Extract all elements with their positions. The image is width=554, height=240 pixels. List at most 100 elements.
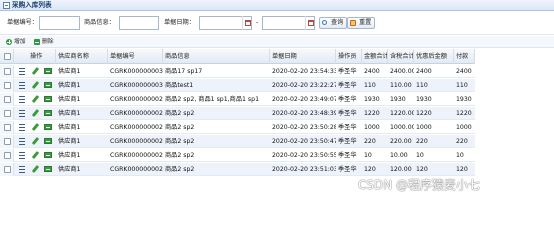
supplier-cell: 供应商1 <box>58 124 81 131</box>
add-button-label: 增加 <box>14 39 26 45</box>
goods-cell: 商品2 sp2 <box>165 152 195 159</box>
col-header-paid[interactable]: 付款 <box>454 49 475 64</box>
amount-cell: 1220 <box>364 110 380 117</box>
edit-pencil-icon[interactable] <box>31 136 40 146</box>
tax-total-cell: 110.00 <box>390 82 412 89</box>
col-header-goods[interactable]: 商品信息 <box>163 49 270 64</box>
delete-row-icon[interactable] <box>44 96 52 102</box>
delete-button[interactable]: 删除 <box>33 37 54 47</box>
col-header-discounted[interactable]: 优惠后金额 <box>414 49 454 64</box>
tax-total-cell: 1930 <box>390 96 406 103</box>
row-checkbox[interactable] <box>4 152 11 159</box>
goods-cell: 商品test1 <box>165 82 194 89</box>
edit-pencil-icon[interactable] <box>31 122 40 132</box>
table-row[interactable]: 供应商1 CGRK00000000273商品2 sp2 2020-02-20 23:… <box>0 107 475 120</box>
col-header-actions[interactable]: 操作 <box>14 49 56 64</box>
amount-cell: 2400 <box>364 68 380 75</box>
table-row[interactable]: 供应商1 CGRK00000000272商品2 sp2 2020-02-20 23:… <box>0 121 475 134</box>
end-date-picker[interactable] <box>305 16 315 30</box>
row-checkbox[interactable] <box>4 82 11 89</box>
operator-cell: 季圣华 <box>338 166 357 173</box>
date-label: 单据日期： <box>164 19 195 26</box>
delete-row-icon[interactable] <box>44 152 52 158</box>
edit-pencil-icon[interactable] <box>31 94 40 104</box>
date-cell: 2020-02-20 23:51:03 <box>272 166 336 173</box>
table-row[interactable]: 供应商1 CGRK00000000274商品2 sp2, 商品1 sp1,商品1 … <box>0 93 475 106</box>
table-row[interactable]: 供应商1 CGRK00000000265商品2 sp2 2020-02-20 23:… <box>0 135 475 148</box>
row-checkbox[interactable] <box>4 166 11 173</box>
order-no-cell: CGRK00000000318 <box>110 82 163 89</box>
select-all-checkbox[interactable] <box>4 53 11 60</box>
delete-button-label: 删除 <box>42 39 54 45</box>
row-select-cell <box>0 93 14 106</box>
detail-list-icon[interactable] <box>19 152 25 159</box>
date-separator: - <box>256 19 259 26</box>
discounted-cell: 1000 <box>416 124 432 131</box>
col-header-date[interactable]: 单据日期 <box>270 49 336 64</box>
paid-cell: 10 <box>456 152 464 159</box>
tax-total-cell: 120.00 <box>390 166 412 173</box>
delete-row-icon[interactable] <box>44 124 52 130</box>
edit-pencil-icon[interactable] <box>31 164 40 174</box>
order-no-label: 单据编号： <box>7 19 38 26</box>
detail-list-icon[interactable] <box>19 166 25 173</box>
table-row[interactable]: 供应商1 CGRK00000000319商品17 sp17 2020-02-20 2… <box>0 65 475 78</box>
order-no-cell: CGRK00000000264 <box>110 152 163 159</box>
row-select-cell <box>0 79 14 92</box>
start-date-picker[interactable] <box>242 16 252 30</box>
paid-cell: 1220 <box>456 110 472 117</box>
detail-list-icon[interactable] <box>19 82 25 89</box>
add-button[interactable]: 增加 <box>5 37 26 47</box>
table-row[interactable]: 供应商1 CGRK00000000264商品2 sp2 2020-02-20 23:… <box>0 149 475 162</box>
detail-list-icon[interactable] <box>19 68 25 75</box>
add-icon <box>6 39 12 45</box>
supplier-cell: 供应商1 <box>58 110 81 117</box>
date-cell: 2020-02-20 23:50:55 <box>272 152 336 159</box>
order-no-cell: CGRK00000000274 <box>110 96 163 103</box>
edit-pencil-icon[interactable] <box>31 80 40 90</box>
amount-cell: 1930 <box>364 96 380 103</box>
row-checkbox[interactable] <box>4 96 11 103</box>
row-checkbox[interactable] <box>4 138 11 145</box>
order-no-input[interactable] <box>39 16 80 30</box>
edit-pencil-icon[interactable] <box>31 150 40 160</box>
detail-list-icon[interactable] <box>19 110 25 117</box>
order-no-cell: CGRK00000000319 <box>110 68 163 75</box>
paid-cell: 2400 <box>456 68 472 75</box>
order-no-cell: CGRK00000000261 <box>110 166 163 173</box>
delete-icon <box>34 39 40 45</box>
tax-total-cell: 220.00 <box>390 138 412 145</box>
discounted-cell: 110 <box>416 82 428 89</box>
row-checkbox[interactable] <box>4 110 11 117</box>
operator-cell: 季圣华 <box>338 110 357 117</box>
tax-total-cell: 1000.00 <box>390 124 414 131</box>
table-row[interactable]: 供应商1 CGRK00000000261商品2 sp2 2020-02-20 23:… <box>0 163 475 176</box>
delete-row-icon[interactable] <box>44 166 52 172</box>
detail-list-icon[interactable] <box>19 138 25 145</box>
col-header-amount[interactable]: 金额合计 <box>362 49 388 64</box>
supplier-cell: 供应商1 <box>58 82 81 89</box>
row-checkbox[interactable] <box>4 68 11 75</box>
detail-list-icon[interactable] <box>19 96 25 103</box>
col-header-operator[interactable]: 操作员 <box>336 49 362 64</box>
query-button[interactable]: 查询 <box>319 17 348 29</box>
search-panel: 单据编号： 商品信息： 单据日期： - 查询 重置 <box>0 11 554 35</box>
delete-row-icon[interactable] <box>44 138 52 144</box>
delete-row-icon[interactable] <box>44 68 52 74</box>
col-header-supplier[interactable]: 供应商名称 <box>56 49 108 64</box>
goods-cell: 商品2 sp2, 商品1 sp1,商品1 sp1 <box>165 96 259 103</box>
edit-pencil-icon[interactable] <box>31 108 40 118</box>
row-checkbox[interactable] <box>4 124 11 131</box>
paid-cell: 1000 <box>456 124 472 131</box>
detail-list-icon[interactable] <box>19 124 25 131</box>
delete-row-icon[interactable] <box>44 110 52 116</box>
col-header-order-no[interactable]: 单据编号 <box>108 49 163 64</box>
goods-input[interactable] <box>119 16 159 30</box>
edit-pencil-icon[interactable] <box>31 66 40 76</box>
reset-button[interactable]: 重置 <box>347 17 376 29</box>
delete-row-icon[interactable] <box>44 82 52 88</box>
order-no-cell: CGRK00000000273 <box>110 110 163 117</box>
tax-total-cell: 10.00 <box>390 152 408 159</box>
table-row[interactable]: 供应商1 CGRK00000000318商品test1 2020-02-20 23:… <box>0 79 475 92</box>
col-header-tax-total[interactable]: 含税合计 <box>388 49 414 64</box>
